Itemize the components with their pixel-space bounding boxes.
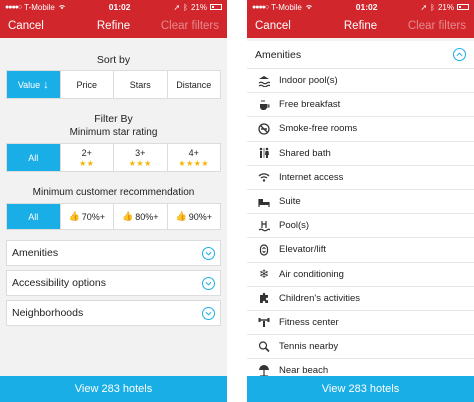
thumbs-up-icon: 👍 xyxy=(122,211,134,221)
snowflake-icon: ❄ xyxy=(258,267,270,282)
status-bar: ●●●●○ T-Mobile 01:02 ➚ ᛒ 21% xyxy=(247,0,474,14)
amenity-elevator[interactable]: Elevator/lift xyxy=(247,238,474,263)
pool-icon xyxy=(257,219,271,233)
star-option-4plus[interactable]: 4+ ★★★★ xyxy=(166,144,221,171)
indoor-pool-icon xyxy=(257,74,271,88)
signal-icon: ●●●●○ xyxy=(252,3,269,11)
carrier-label: T-Mobile xyxy=(24,2,55,12)
thumbs-up-icon: 👍 xyxy=(175,211,187,221)
amenities-list: Indoor pool(s) Free breakfast Smoke-free… xyxy=(247,69,474,384)
fitness-icon xyxy=(257,315,271,329)
nav-bar: Cancel Refine Clear filters xyxy=(0,14,227,38)
elevator-icon xyxy=(257,243,271,257)
sort-option-value[interactable]: Value ↓ xyxy=(7,71,60,98)
bluetooth-icon: ᛒ xyxy=(430,2,435,12)
nav-bar: Cancel Refine Clear filters xyxy=(247,14,474,38)
cancel-button[interactable]: Cancel xyxy=(8,20,44,32)
suite-icon xyxy=(257,195,271,209)
chevron-down-icon xyxy=(202,276,215,290)
sort-segmented-control: Value ↓ Price Stars Distance xyxy=(6,70,221,99)
neighborhoods-accordion[interactable]: Neighborhoods xyxy=(6,300,221,326)
screenshot-pair: ●●●●○ T-Mobile 01:02 ➚ ᛒ 21% Cancel Refi… xyxy=(0,0,474,402)
rec-option-90[interactable]: 👍 90%+ xyxy=(166,204,221,229)
sort-option-stars[interactable]: Stars xyxy=(113,71,167,98)
star-icon: ★★★★ xyxy=(178,158,210,168)
location-icon: ➚ xyxy=(420,2,428,12)
wifi-icon xyxy=(257,170,271,184)
amenities-accordion[interactable]: Amenities xyxy=(6,240,221,266)
recommendation-title: Minimum customer recommendation xyxy=(32,187,195,198)
chevron-down-icon xyxy=(202,246,215,260)
battery-label: 21% xyxy=(437,2,454,12)
accessibility-accordion[interactable]: Accessibility options xyxy=(6,270,221,296)
star-icon: ★★★ xyxy=(128,158,152,168)
sort-by-title: Sort by xyxy=(96,54,131,66)
view-hotels-button[interactable]: View 283 hotels xyxy=(0,376,227,402)
puzzle-icon xyxy=(257,291,271,305)
amenities-header[interactable]: Amenities xyxy=(247,41,474,69)
status-time: 01:02 xyxy=(355,2,378,12)
view-hotels-button[interactable]: View 283 hotels xyxy=(247,376,474,402)
amenity-air-conditioning[interactable]: ❄ Air conditioning xyxy=(247,262,474,287)
filter-by-title: Filter By xyxy=(94,113,133,125)
thumbs-up-icon: 👍 xyxy=(68,211,80,221)
breakfast-icon xyxy=(257,98,271,112)
star-option-all[interactable]: All xyxy=(7,144,60,171)
amenity-shared-bath[interactable]: Shared bath xyxy=(247,141,474,166)
battery-icon xyxy=(209,4,222,10)
battery-icon xyxy=(456,4,469,10)
sort-option-price[interactable]: Price xyxy=(59,71,114,98)
location-icon: ➚ xyxy=(173,2,181,12)
rec-option-all[interactable]: All xyxy=(7,204,60,229)
wifi-status-icon xyxy=(58,5,65,10)
signal-icon: ●●●●○ xyxy=(5,3,22,11)
amenity-free-breakfast[interactable]: Free breakfast xyxy=(247,93,474,118)
chevron-down-icon xyxy=(202,306,215,320)
amenity-childrens-activities[interactable]: Children's activities xyxy=(247,286,474,311)
star-option-3plus[interactable]: 3+ ★★★ xyxy=(113,144,167,171)
cancel-button[interactable]: Cancel xyxy=(255,20,291,32)
battery-label: 21% xyxy=(190,2,207,12)
carrier-label: T-Mobile xyxy=(271,2,302,12)
wifi-status-icon xyxy=(305,5,312,10)
status-bar: ●●●●○ T-Mobile 01:02 ➚ ᛒ 21% xyxy=(0,0,227,14)
clear-filters-button[interactable]: Clear filters xyxy=(161,20,219,32)
tennis-icon xyxy=(257,340,271,354)
amenity-fitness-center[interactable]: Fitness center xyxy=(247,310,474,336)
amenities-screen: ●●●●○ T-Mobile 01:02 ➚ ᛒ 21% Cancel Refi… xyxy=(247,0,474,402)
amenity-suite[interactable]: Suite xyxy=(247,189,474,215)
star-rating-control: All 2+ ★★ 3+ ★★★ 4+ ★★★★ xyxy=(6,143,221,172)
arrow-down-icon: ↓ xyxy=(43,78,49,91)
amenity-pools[interactable]: Pool(s) xyxy=(247,214,474,239)
rec-option-70[interactable]: 👍 70%+ xyxy=(59,204,114,229)
recommendation-control: All 👍 70%+ 👍 80%+ 👍 90%+ xyxy=(6,203,221,230)
sort-option-distance[interactable]: Distance xyxy=(166,71,221,98)
star-rating-title: Minimum star rating xyxy=(69,127,158,138)
amenity-smoke-free[interactable]: Smoke-free rooms xyxy=(247,117,474,142)
amenity-tennis-nearby[interactable]: Tennis nearby xyxy=(247,335,474,360)
refine-screen: ●●●●○ T-Mobile 01:02 ➚ ᛒ 21% Cancel Refi… xyxy=(0,0,227,402)
clear-filters-button[interactable]: Clear filters xyxy=(408,20,466,32)
rec-option-80[interactable]: 👍 80%+ xyxy=(113,204,167,229)
star-icon: ★★ xyxy=(79,158,95,168)
chevron-up-icon xyxy=(453,48,466,61)
shared-bath-icon xyxy=(257,146,271,160)
bluetooth-icon: ᛒ xyxy=(183,2,188,12)
status-time: 01:02 xyxy=(108,2,131,12)
amenity-indoor-pool[interactable]: Indoor pool(s) xyxy=(247,69,474,94)
no-smoking-icon xyxy=(257,122,271,136)
amenity-internet[interactable]: Internet access xyxy=(247,165,474,190)
star-option-2plus[interactable]: 2+ ★★ xyxy=(59,144,114,171)
